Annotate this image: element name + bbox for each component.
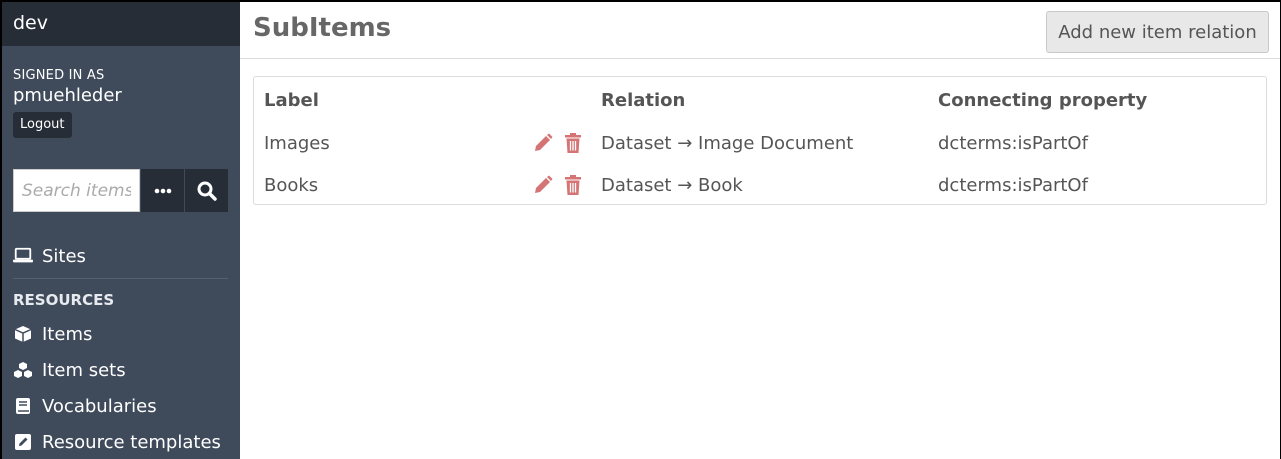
nav-item-label: Items bbox=[42, 323, 93, 345]
site-title[interactable]: dev bbox=[2, 2, 240, 46]
resources-nav: Items Item sets Vocabularies Resource te… bbox=[13, 316, 228, 459]
nav-item-vocabularies[interactable]: Vocabularies bbox=[13, 388, 228, 424]
subitems-table: Label Relation Connecting property Image… bbox=[253, 76, 1267, 205]
user-bar: SIGNED IN AS pmuehleder Logout bbox=[2, 46, 240, 138]
search-icon bbox=[197, 181, 217, 201]
ellipsis-icon bbox=[154, 188, 171, 193]
pencil-square-icon bbox=[13, 432, 33, 452]
nav-item-label: Item sets bbox=[42, 359, 126, 381]
cube-icon bbox=[13, 324, 33, 344]
logout-button[interactable]: Logout bbox=[13, 112, 72, 138]
add-item-relation-button[interactable]: Add new item relation bbox=[1046, 11, 1269, 53]
sidebar: dev SIGNED IN AS pmuehleder Logout Sites bbox=[2, 2, 240, 459]
page-title: SubItems bbox=[253, 13, 392, 43]
nav-sites-label: Sites bbox=[42, 245, 86, 267]
table-header-row: Label Relation Connecting property bbox=[254, 82, 1266, 118]
column-header-relation: Relation bbox=[601, 89, 686, 111]
page-header: SubItems Add new item relation bbox=[240, 2, 1280, 59]
column-header-property: Connecting property bbox=[938, 89, 1148, 111]
book-icon bbox=[13, 396, 33, 416]
nav-item-items[interactable]: Items bbox=[13, 316, 228, 352]
nav-item-resource-templates[interactable]: Resource templates bbox=[13, 424, 228, 459]
search-form bbox=[13, 169, 228, 212]
row-actions bbox=[532, 132, 592, 154]
row-relation: Dataset → Image Document bbox=[601, 132, 854, 154]
signed-in-label: SIGNED IN AS bbox=[13, 68, 105, 83]
edit-pencil-icon[interactable] bbox=[532, 132, 554, 154]
main-content: SubItems Add new item relation Label Rel… bbox=[240, 2, 1280, 459]
table-row: Images Dataset → Image Document dcterms:… bbox=[254, 125, 1266, 161]
nav-sites[interactable]: Sites bbox=[13, 242, 228, 270]
delete-trash-icon[interactable] bbox=[562, 132, 584, 154]
cubes-icon bbox=[13, 360, 33, 380]
sidebar-divider bbox=[13, 278, 228, 279]
laptop-icon bbox=[13, 246, 33, 266]
search-input[interactable] bbox=[13, 169, 140, 212]
row-relation: Dataset → Book bbox=[601, 174, 743, 196]
delete-trash-icon[interactable] bbox=[562, 174, 584, 196]
resources-heading: RESOURCES bbox=[13, 291, 115, 309]
row-property: dcterms:isPartOf bbox=[938, 174, 1088, 196]
username-link[interactable]: pmuehleder bbox=[13, 85, 229, 107]
column-header-label: Label bbox=[264, 89, 319, 111]
row-property: dcterms:isPartOf bbox=[938, 132, 1088, 154]
nav-item-label: Resource templates bbox=[42, 431, 221, 453]
row-label: Books bbox=[264, 174, 319, 196]
row-label: Images bbox=[264, 132, 330, 154]
search-submit-button[interactable] bbox=[185, 169, 228, 212]
edit-pencil-icon[interactable] bbox=[532, 174, 554, 196]
table-row: Books Dataset → Book dcterms:isPartOf bbox=[254, 167, 1266, 203]
row-actions bbox=[532, 174, 592, 196]
nav-item-label: Vocabularies bbox=[42, 395, 157, 417]
advanced-search-button[interactable] bbox=[141, 169, 184, 212]
nav-item-item-sets[interactable]: Item sets bbox=[13, 352, 228, 388]
